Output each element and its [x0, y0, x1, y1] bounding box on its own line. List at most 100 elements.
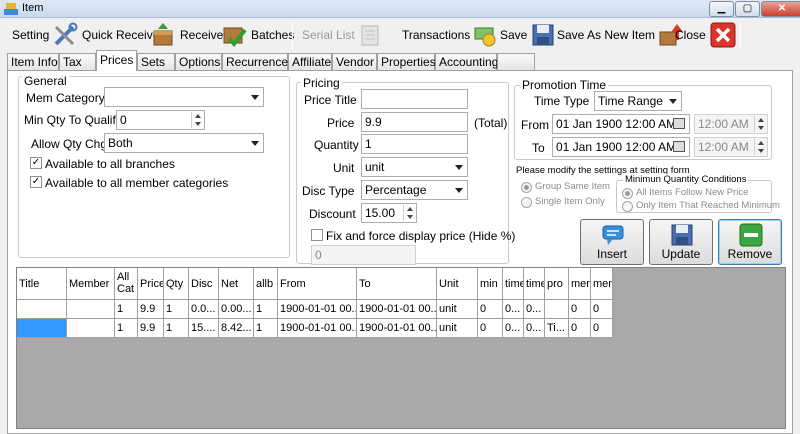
table-cell[interactable]: unit	[437, 300, 478, 319]
table-cell[interactable]: 0	[591, 300, 613, 319]
table-cell[interactable]: 8.42...	[219, 319, 254, 338]
receive-button[interactable]: Receive	[150, 19, 223, 51]
table-cell[interactable]: 1900-01-01 00...	[357, 300, 437, 319]
save-button[interactable]: Save	[500, 19, 556, 51]
table-cell[interactable]: 15....	[189, 319, 219, 338]
table-cell[interactable]: 1	[254, 300, 278, 319]
table-cell[interactable]: unit	[437, 319, 478, 338]
table-cell[interactable]: Ti...	[545, 319, 569, 338]
column-header[interactable]: From	[278, 268, 357, 300]
price-title-input[interactable]	[361, 89, 468, 109]
tab-vendor[interactable]: Vendor	[332, 53, 377, 70]
quantity-input[interactable]: 1	[361, 134, 468, 154]
column-header[interactable]: Disc	[189, 268, 219, 300]
discount-input[interactable]: 15.00	[361, 203, 417, 223]
single-only-radio[interactable]	[521, 197, 532, 208]
tab-tax[interactable]: Tax	[59, 53, 96, 70]
batches-button[interactable]: Batches	[221, 19, 294, 51]
disc-type-select[interactable]: Percentage	[361, 180, 468, 200]
table-cell[interactable]: 0	[569, 300, 591, 319]
allow-qty-select[interactable]: Both	[104, 133, 264, 153]
table-cell[interactable]	[17, 319, 67, 338]
from-date-picker[interactable]: 01 Jan 1900 12:00 AM	[552, 114, 690, 134]
group-same-radio[interactable]	[521, 182, 532, 193]
remove-button[interactable]: Remove	[718, 219, 782, 265]
column-header[interactable]: min	[478, 268, 503, 300]
transactions-button[interactable]: Transactions	[402, 19, 498, 51]
column-header[interactable]: allb	[254, 268, 278, 300]
setting-button[interactable]: Setting	[12, 19, 49, 51]
all-branches-checkbox[interactable]: ✓	[30, 157, 42, 169]
tab-item-info[interactable]: Item Info	[7, 53, 59, 70]
table-cell[interactable]: 0...	[503, 300, 524, 319]
insert-button[interactable]: Insert	[580, 219, 644, 265]
table-cell[interactable]: 0	[478, 319, 503, 338]
table-cell[interactable]: 1900-01-01 00...	[278, 300, 357, 319]
column-header[interactable]: Unit	[437, 268, 478, 300]
table-cell[interactable]: 0	[591, 319, 613, 338]
maximize-button[interactable]: ▢	[735, 1, 760, 17]
spinner-icon[interactable]	[754, 116, 766, 132]
table-cell[interactable]	[67, 319, 115, 338]
all-items-follow-radio[interactable]	[622, 188, 633, 199]
tab-prices[interactable]: Prices	[96, 50, 137, 71]
table-cell[interactable]: 1	[115, 319, 138, 338]
column-header[interactable]: time	[503, 268, 524, 300]
table-cell[interactable]: 0...	[524, 300, 545, 319]
column-header[interactable]: mer	[569, 268, 591, 300]
tab-accounting[interactable]: Accounting	[435, 53, 498, 70]
table-cell[interactable]: 1	[115, 300, 138, 319]
spinner-icon[interactable]	[754, 139, 766, 155]
column-header[interactable]: time	[524, 268, 545, 300]
unit-select[interactable]: unit	[361, 157, 468, 177]
mem-category-select[interactable]	[104, 87, 264, 107]
table-cell[interactable]: 0.0...	[189, 300, 219, 319]
tab-recurrence[interactable]: Recurrence	[222, 53, 288, 70]
price-input[interactable]: 9.9	[361, 112, 468, 132]
column-header[interactable]: All Cat	[115, 268, 138, 300]
to-date-picker[interactable]: 01 Jan 1900 12:00 AM	[552, 137, 690, 157]
save-as-new-item-button[interactable]: Save As New Item	[557, 19, 684, 51]
tab-affiliate[interactable]: Affiliate	[288, 53, 332, 70]
fix-price-checkbox[interactable]	[311, 229, 323, 241]
column-header[interactable]: Net	[219, 268, 254, 300]
table-cell[interactable]: 1900-01-01 00...	[278, 319, 357, 338]
serial-list-button[interactable]: Serial List	[302, 19, 383, 51]
fix-price-input[interactable]: 0	[311, 245, 416, 265]
table-cell[interactable]: 0...	[524, 319, 545, 338]
column-header[interactable]: pro	[545, 268, 569, 300]
from-time-input[interactable]: 12:00 AM	[694, 114, 768, 134]
tab-properties[interactable]: Properties	[377, 53, 436, 70]
spinner-icon[interactable]	[191, 112, 203, 128]
only-reached-radio[interactable]	[622, 201, 633, 212]
window-close-button[interactable]: ✕	[761, 1, 800, 17]
minimize-button[interactable]: ▁	[709, 1, 734, 17]
column-header[interactable]: Qty	[164, 268, 189, 300]
table-cell[interactable]: 9.9	[138, 300, 164, 319]
table-cell[interactable]: 1900-01-01 00...	[357, 319, 437, 338]
table-cell[interactable]	[545, 300, 569, 319]
table-cell[interactable]: 0	[478, 300, 503, 319]
calendar-icon[interactable]	[673, 141, 685, 152]
min-qty-input[interactable]: 0	[116, 110, 205, 130]
to-time-input[interactable]: 12:00 AM	[694, 137, 768, 157]
tab-blank[interactable]	[497, 53, 535, 70]
table-cell[interactable]	[67, 300, 115, 319]
column-header[interactable]: Member	[67, 268, 115, 300]
tab-sets[interactable]: Sets	[137, 53, 175, 70]
all-member-categories-checkbox[interactable]: ✓	[30, 176, 42, 188]
table-cell[interactable]: 1	[164, 319, 189, 338]
column-header[interactable]: Title	[17, 268, 67, 300]
table-cell[interactable]: 1	[254, 319, 278, 338]
table-cell[interactable]: 1	[164, 300, 189, 319]
price-grid[interactable]: Title Member All Cat 1 1 Price 9.9 9.9 Qty 1 1 Disc…	[16, 267, 786, 429]
column-header[interactable]: Price	[138, 268, 164, 300]
tab-options[interactable]: Options	[175, 53, 222, 70]
calendar-icon[interactable]	[673, 118, 685, 129]
table-cell[interactable]: 0...	[503, 319, 524, 338]
update-button[interactable]: Update	[649, 219, 713, 265]
table-cell[interactable]	[17, 300, 67, 319]
table-cell[interactable]: 0.00...	[219, 300, 254, 319]
spinner-icon[interactable]	[403, 205, 415, 221]
table-cell[interactable]: 0	[569, 319, 591, 338]
